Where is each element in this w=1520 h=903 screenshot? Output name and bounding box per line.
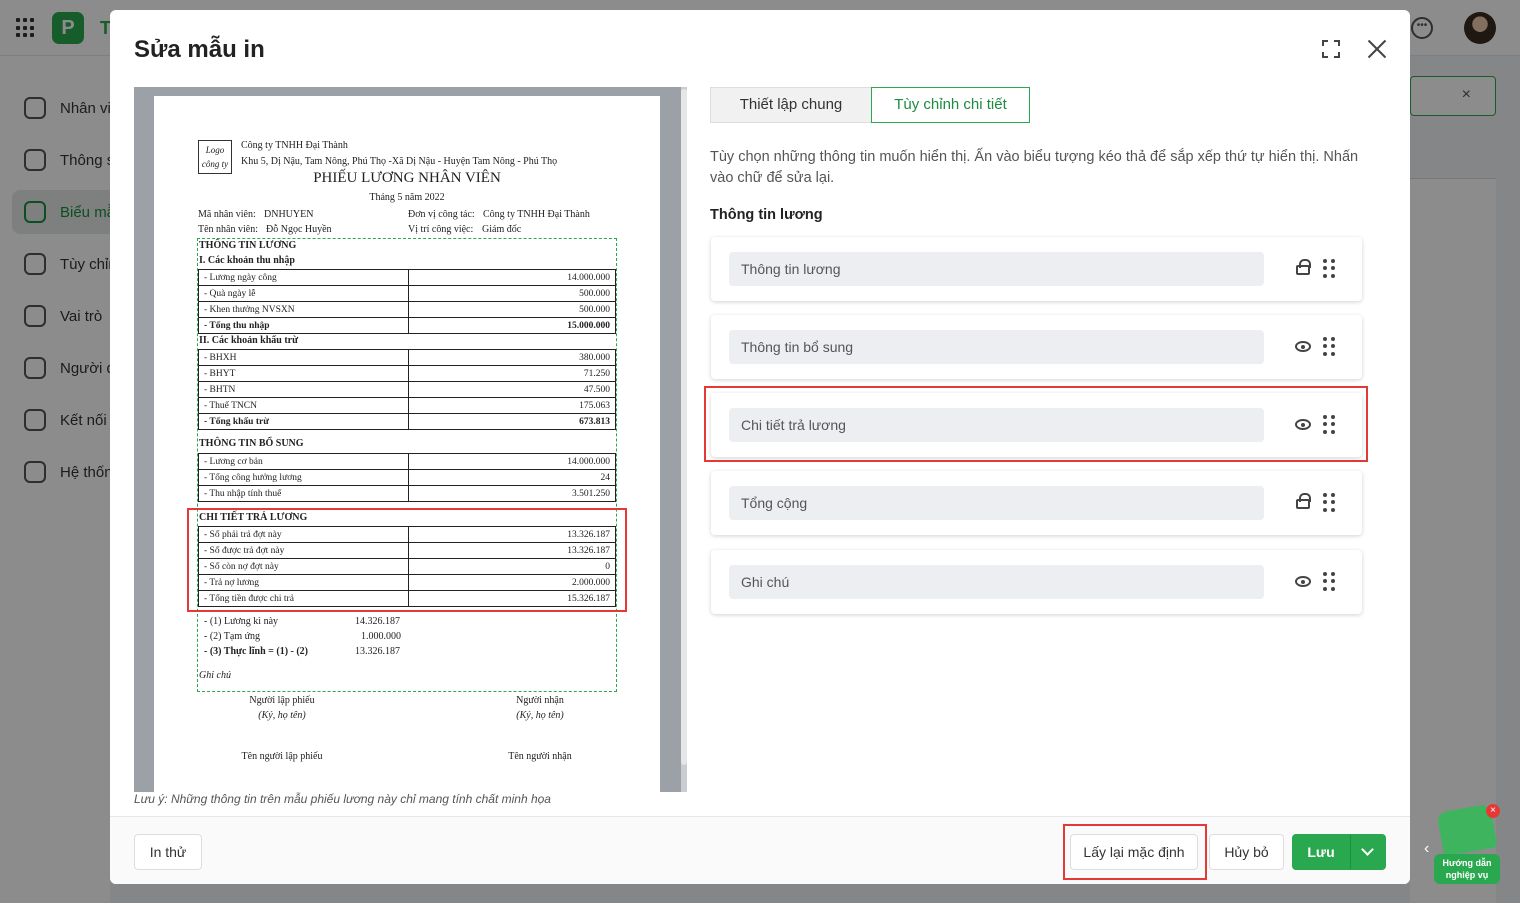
field-label-input[interactable]: Thông tin bổ sung xyxy=(729,330,1264,364)
drag-handle-icon[interactable] xyxy=(1323,259,1335,279)
summary-label: - (2) Tạm ứng xyxy=(204,631,261,642)
summary-label: - (1) Lương kì này xyxy=(204,616,279,627)
note-label: Ghi chú xyxy=(199,670,231,681)
tab-custom-details[interactable]: Tùy chỉnh chi tiết xyxy=(871,87,1030,123)
close-icon[interactable] xyxy=(1366,38,1388,60)
extra-info-title: THÔNG TIN BỔ SUNG xyxy=(199,438,304,449)
preparer-sign: (Ký, họ tên) xyxy=(258,710,306,721)
summary-value: 13.326.187 xyxy=(355,646,400,657)
table-row: - Thuế TNCN 175.063 xyxy=(198,397,616,414)
modal-footer: In thử Lấy lại mặc định Hủy bỏ Lưu xyxy=(110,816,1410,884)
field-card-extra-info: Thông tin bổ sung xyxy=(711,315,1362,379)
settings-tabs: Thiết lập chung Tùy chỉnh chi tiết xyxy=(710,87,1030,123)
table-row: - BHTN 47.500 xyxy=(198,381,616,398)
helper-label[interactable]: Hướng dẫn nghiệp vụ xyxy=(1434,854,1500,884)
fullscreen-icon[interactable] xyxy=(1322,40,1340,58)
lock-icon xyxy=(1296,259,1311,275)
field-label-input[interactable]: Ghi chú xyxy=(729,565,1264,599)
table-row: - Tổng khấu trừ 673.813 xyxy=(198,413,616,430)
field-card-notes: Ghi chú xyxy=(711,550,1362,614)
table-row: - Quà ngày lễ 500.000 xyxy=(198,285,616,302)
payslip-paper: Logo công ty Công ty TNHH Đại Thành Khu … xyxy=(154,96,660,792)
edit-print-template-modal: Sửa mẫu in Logo công ty Công ty TNHH Đại… xyxy=(110,10,1410,884)
field-card-salary-info: Thông tin lương xyxy=(711,237,1362,301)
eye-icon[interactable] xyxy=(1295,341,1311,352)
scroll-thumb[interactable] xyxy=(681,89,687,765)
field-label-input[interactable]: Thông tin lương xyxy=(729,252,1264,286)
drag-handle-icon[interactable] xyxy=(1323,572,1335,592)
helper-widget[interactable]: Hướng dẫn nghiệp vụ × xyxy=(1432,803,1502,884)
field-label-input[interactable]: Tổng cộng xyxy=(729,486,1264,520)
employee-code-label: Mã nhân viên: xyxy=(198,209,256,220)
lock-icon xyxy=(1296,493,1311,509)
employee-name-label: Tên nhân viên: xyxy=(198,224,258,235)
reset-default-button[interactable]: Lấy lại mặc định xyxy=(1070,834,1198,870)
preparer-label: Người lập phiếu xyxy=(249,695,315,706)
tab-general-settings[interactable]: Thiết lập chung xyxy=(710,87,872,123)
table-row: - Lương ngày công 14.000.000 xyxy=(198,269,616,286)
field-card-total: Tổng cộng xyxy=(711,471,1362,535)
deduction-title: II. Các khoản khấu trừ xyxy=(199,335,299,346)
table-row: - Tổng công hưởng lương 24 xyxy=(198,469,616,486)
employee-name: Đỗ Ngọc Huyền xyxy=(266,224,332,235)
eye-icon[interactable] xyxy=(1295,576,1311,587)
payslip-title: PHIẾU LƯƠNG NHÂN VIÊN xyxy=(313,170,501,186)
extra-table: - Lương cơ bản 14.000.000 - Tổng công hưở… xyxy=(198,453,616,502)
deduction-table: - BHXH 380.000 - BHYT 71.250 - BHTN 47.500 … xyxy=(198,349,616,430)
print-test-button[interactable]: In thử xyxy=(134,834,202,870)
highlight-payment-section xyxy=(187,508,627,612)
chevron-left-icon[interactable]: ‹ xyxy=(1424,840,1429,858)
income-table: - Lương ngày công 14.000.000 - Quà ngày l… xyxy=(198,269,616,334)
employee-code: DNHUYEN xyxy=(264,209,314,220)
save-button[interactable]: Lưu xyxy=(1292,834,1350,870)
table-row: - Thu nhập tính thuế 3.501.250 xyxy=(198,485,616,502)
salary-info-title: THÔNG TIN LƯƠNG xyxy=(199,240,297,251)
drag-handle-icon[interactable] xyxy=(1323,337,1335,357)
table-row: - Khen thưởng NVSXN 500.000 xyxy=(198,301,616,318)
preview-scrollbar[interactable] xyxy=(681,87,687,792)
preview-note: Lưu ý: Những thông tin trên mẫu phiếu lư… xyxy=(134,792,551,806)
table-row: - BHXH 380.000 xyxy=(198,349,616,366)
unit-label: Đơn vị công tác: xyxy=(408,209,475,220)
company-logo-placeholder: Logo công ty xyxy=(198,140,232,174)
income-title: I. Các khoản thu nhập xyxy=(199,255,295,266)
summary-label: - (3) Thực lĩnh = (1) - (2) xyxy=(204,646,309,657)
table-row: - Tổng thu nhập 15.000.000 xyxy=(198,317,616,334)
table-row: - BHYT 71.250 xyxy=(198,365,616,382)
payslip-month: Tháng 5 năm 2022 xyxy=(369,192,445,203)
payslip-preview: Logo công ty Công ty TNHH Đại Thành Khu … xyxy=(134,87,687,792)
cancel-button[interactable]: Hủy bỏ xyxy=(1209,834,1284,870)
instructions-text: Tùy chọn những thông tin muốn hiển thị. … xyxy=(710,149,1359,186)
save-options-button[interactable] xyxy=(1350,834,1386,870)
drag-handle-icon[interactable] xyxy=(1323,493,1335,513)
preparer-name: Tên người lập phiếu xyxy=(241,751,323,762)
helper-close-icon[interactable]: × xyxy=(1486,804,1500,818)
highlight-payment-field xyxy=(704,386,1368,462)
position: Giám đốc xyxy=(482,224,522,235)
company-address: Khu 5, Dị Nậu, Tam Nông, Phú Thọ -Xã Dị … xyxy=(241,156,558,167)
company-name: Công ty TNHH Đại Thành xyxy=(241,140,348,151)
unit: Công ty TNHH Đại Thành xyxy=(483,209,590,220)
summary-value: 14.326.187 xyxy=(355,616,400,627)
modal-title: Sửa mẫu in xyxy=(134,36,265,63)
chevron-down-icon xyxy=(1361,843,1374,856)
receiver-label: Người nhận xyxy=(516,695,564,706)
section-title: Thông tin lương xyxy=(710,207,823,223)
position-label: Vị trí công việc: xyxy=(408,224,474,235)
table-row: - Lương cơ bản 14.000.000 xyxy=(198,453,616,470)
summary-value: 1.000.000 xyxy=(361,631,401,642)
receiver-sign: (Ký, họ tên) xyxy=(516,710,564,721)
receiver-name: Tên người nhận xyxy=(508,751,572,762)
